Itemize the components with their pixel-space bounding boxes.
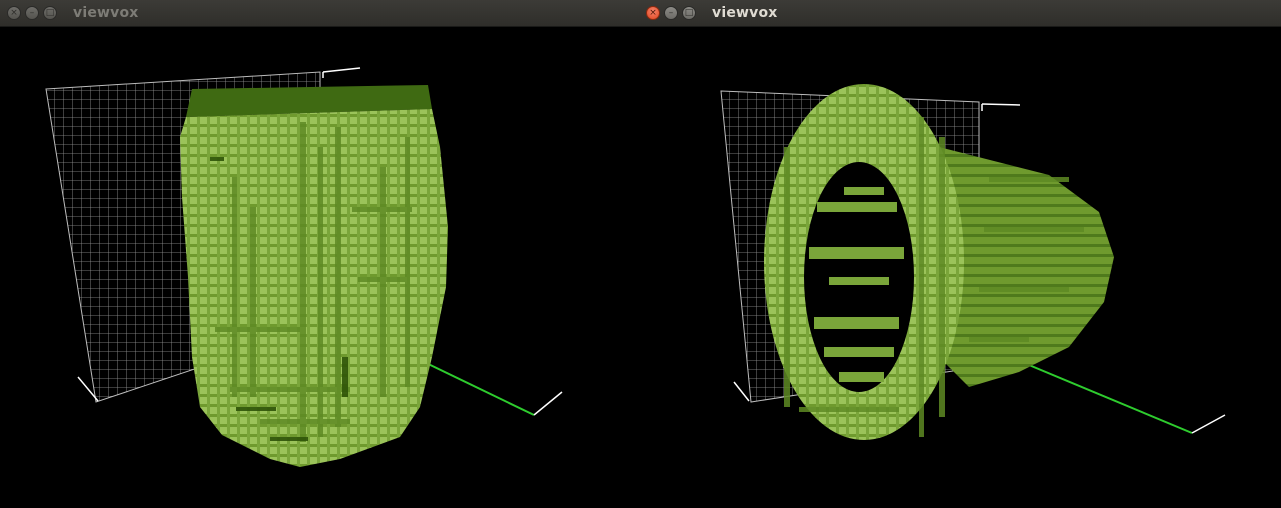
axis-x-end	[533, 391, 563, 416]
3d-viewport[interactable]	[0, 27, 639, 508]
close-icon[interactable]: ×	[646, 6, 660, 20]
title-bar[interactable]: × – □ viewvox	[639, 0, 1281, 27]
maximize-icon[interactable]: □	[43, 6, 57, 20]
voxel-scene-right	[720, 84, 1226, 440]
window-title: viewvox	[712, 5, 778, 21]
voxel-scene-left	[45, 67, 563, 467]
axis-top	[322, 67, 361, 73]
maximize-icon[interactable]: □	[682, 6, 696, 20]
close-icon[interactable]: ×	[7, 6, 21, 20]
axis-x-green	[419, 359, 535, 416]
axis-top	[981, 103, 1021, 106]
viewvox-window-left[interactable]: × – □ viewvox	[0, 0, 639, 508]
window-controls: × – □	[646, 6, 696, 20]
voxel-shape-cone	[939, 147, 1114, 387]
viewvox-window-right[interactable]: × – □ viewvox	[639, 0, 1281, 508]
window-controls: × – □	[7, 6, 57, 20]
axis-x-green	[1028, 364, 1193, 434]
title-bar[interactable]: × – □ viewvox	[0, 0, 639, 27]
axis-left	[733, 381, 750, 402]
window-title: viewvox	[73, 5, 139, 21]
axis-x-end	[1191, 414, 1226, 434]
minimize-icon[interactable]: –	[25, 6, 39, 20]
minimize-icon[interactable]: –	[664, 6, 678, 20]
3d-viewport[interactable]	[639, 27, 1281, 508]
